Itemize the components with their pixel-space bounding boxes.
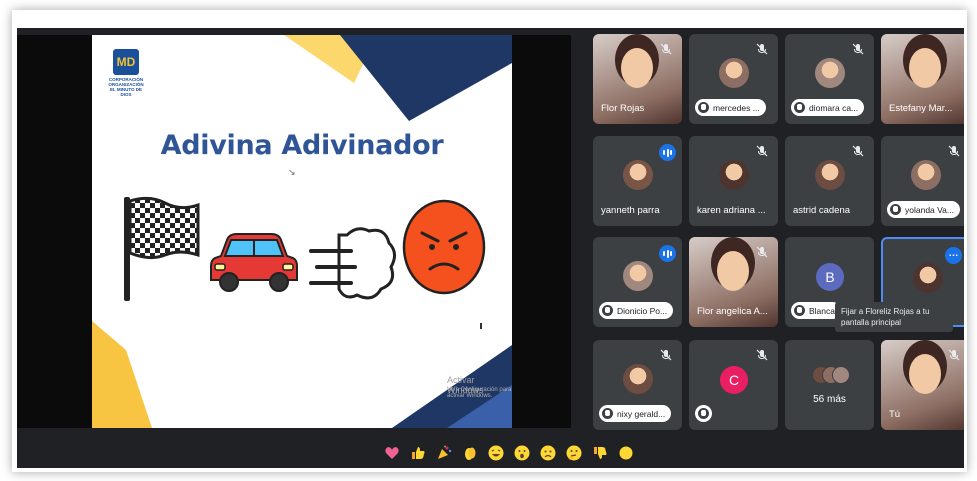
avatar [623, 160, 653, 190]
thumbs-up-icon[interactable] [409, 444, 427, 462]
participant-tile[interactable]: 56 más [785, 340, 874, 430]
surprised-face-icon[interactable] [513, 444, 531, 462]
avatar: C [720, 366, 748, 394]
activate-windows-sub: Ve a Configuración para activar Windows. [447, 387, 512, 399]
participant-name: Tú [889, 409, 901, 420]
mic-off-icon [660, 348, 672, 361]
avatar [719, 160, 749, 190]
dashing-away-icon [309, 227, 396, 300]
participant-name: Blanca [809, 305, 835, 316]
participant-name-pill: mercedes ... [695, 99, 766, 116]
mic-icon [602, 408, 613, 419]
participant-face [717, 251, 749, 291]
participant-face [909, 354, 941, 394]
participant-name-pill: yolanda Va... [887, 201, 960, 218]
avatar [623, 364, 653, 394]
logo-text: CORPORACIÓN ORGANIZACIÓN EL MINUTO DE DI… [108, 77, 144, 97]
participant-name: yolanda Va... [905, 204, 954, 215]
reactions-bar [383, 440, 635, 466]
participant-tile[interactable]: Flor angelica A... [689, 237, 778, 327]
speaking-indicator-icon [659, 144, 676, 161]
participant-name-pill: Dionicio Po... [599, 302, 674, 319]
participant-face [909, 48, 941, 88]
laughing-face-icon[interactable] [487, 444, 505, 462]
mic-off-icon [948, 348, 960, 361]
participant-tile[interactable]: yanneth parra [593, 136, 682, 226]
mic-icon [794, 305, 805, 316]
sparkling-heart-icon[interactable] [383, 444, 401, 462]
presentation-slide: MD CORPORACIÓN ORGANIZACIÓN EL MINUTO DE… [92, 35, 512, 428]
participant-tile[interactable]: yolanda Va... [881, 136, 964, 226]
participant-name: Flor Rojas [601, 103, 645, 114]
participant-name: astrid cadena [793, 205, 851, 216]
mic-icon [698, 408, 709, 419]
thinking-face-icon[interactable] [565, 444, 583, 462]
avatar [719, 58, 749, 88]
thumbs-down-icon[interactable] [591, 444, 609, 462]
avatar [832, 366, 850, 384]
participant-tile[interactable]: karen adriana ... [689, 136, 778, 226]
cursor-i-beam [480, 323, 482, 329]
participant-tile[interactable]: nixy gerald... [593, 340, 682, 430]
mic-off-icon [756, 144, 768, 157]
participant-tile[interactable]: diomara ca... [785, 34, 874, 124]
participant-name: nixy gerald... [617, 408, 666, 419]
mic-icon [794, 102, 805, 113]
angry-face-icon [402, 199, 486, 295]
logo-mark: MD [113, 49, 139, 75]
mic-icon [602, 305, 613, 316]
more-options-icon[interactable]: … [945, 247, 962, 264]
participant-name: Dionicio Po... [617, 305, 668, 316]
corporation-logo: MD CORPORACIÓN ORGANIZACIÓN EL MINUTO DE… [108, 49, 144, 97]
avatar [913, 263, 943, 293]
participant-tile[interactable]: C [689, 340, 778, 430]
avatar [815, 160, 845, 190]
participant-tile[interactable]: Flor Rojas [593, 34, 682, 124]
mic-off-icon [852, 42, 864, 55]
sad-face-icon[interactable] [539, 444, 557, 462]
participant-tile[interactable]: Dionicio Po... [593, 237, 682, 327]
mic-icon [890, 204, 901, 215]
mouse-cursor-icon: ↘ [288, 167, 296, 177]
participant-name: diomara ca... [809, 102, 859, 113]
participant-name: Flor angelica A... [697, 306, 768, 317]
mic-off-icon [756, 348, 768, 361]
more-reactions-icon[interactable] [617, 444, 635, 462]
mic-icon [698, 102, 709, 113]
participant-name: Estefany Mar... [889, 103, 953, 114]
participant-name: karen adriana ... [697, 205, 766, 216]
participant-name: yanneth parra [601, 205, 660, 216]
speaking-indicator-icon [659, 245, 676, 262]
participant-name-pill: diomara ca... [791, 99, 865, 116]
mic-off-icon [948, 144, 960, 157]
slide-title: Adivina Adivinador [160, 130, 444, 161]
mic-off-icon [756, 42, 768, 55]
participant-name: mercedes ... [713, 102, 760, 113]
mic-off-icon [660, 42, 672, 55]
participant-name-pill: Blanca [791, 302, 841, 319]
more-participants-label: 56 más [813, 394, 846, 405]
participant-name-pill: nixy gerald... [599, 405, 672, 422]
avatar [911, 160, 941, 190]
mic-off-icon [756, 245, 768, 258]
avatar [815, 58, 845, 88]
participant-face [621, 48, 653, 88]
presentation-area[interactable]: MD CORPORACIÓN ORGANIZACIÓN EL MINUTO DE… [17, 35, 571, 428]
mic-off-icon [852, 144, 864, 157]
red-car-icon [210, 233, 298, 292]
avatar: B [816, 263, 844, 291]
party-popper-icon[interactable] [435, 444, 453, 462]
participant-tile[interactable]: Tú [881, 340, 964, 430]
meet-window: MD CORPORACIÓN ORGANIZACIÓN EL MINUTO DE… [17, 28, 964, 468]
checkered-flag-icon [124, 196, 200, 301]
avatar-group [812, 366, 850, 386]
participant-tile[interactable]: Estefany Mar... [881, 34, 964, 124]
pin-tooltip: Fijar a Floreliz Rojas a tu pantalla pri… [835, 302, 953, 332]
avatar [623, 261, 653, 291]
participant-name-pill [695, 405, 712, 422]
clapping-hands-icon[interactable] [461, 444, 479, 462]
participant-tile[interactable]: astrid cadena [785, 136, 874, 226]
participant-tile[interactable]: mercedes ... [689, 34, 778, 124]
